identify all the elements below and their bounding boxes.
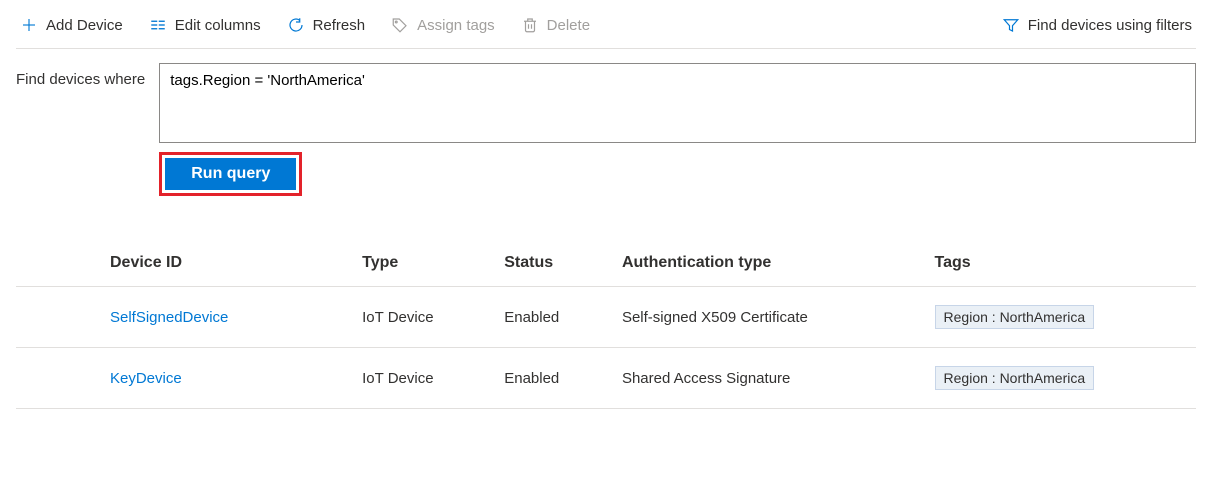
- find-filters-button[interactable]: Find devices using filters: [998, 14, 1196, 36]
- device-link[interactable]: SelfSignedDevice: [110, 309, 228, 326]
- add-device-label: Add Device: [46, 17, 123, 34]
- tag-pill: Region : NorthAmerica: [935, 305, 1095, 329]
- table-row: KeyDevice IoT Device Enabled Shared Acce…: [16, 348, 1196, 409]
- run-query-button[interactable]: Run query: [165, 158, 296, 190]
- col-auth: Authentication type: [610, 242, 923, 287]
- run-query-highlight: Run query: [159, 152, 302, 196]
- col-type: Type: [350, 242, 492, 287]
- cell-status: Enabled: [492, 348, 610, 409]
- columns-icon: [149, 16, 167, 34]
- query-label: Find devices where: [16, 63, 145, 88]
- delete-button: Delete: [517, 14, 594, 36]
- tag-pill: Region : NorthAmerica: [935, 366, 1095, 390]
- filter-icon: [1002, 16, 1020, 34]
- add-device-button[interactable]: Add Device: [16, 14, 127, 36]
- cell-status: Enabled: [492, 287, 610, 348]
- toolbar: Add Device Edit columns Refresh Assign t…: [16, 8, 1196, 49]
- assign-tags-label: Assign tags: [417, 17, 495, 34]
- cell-type: IoT Device: [350, 287, 492, 348]
- find-filters-label: Find devices using filters: [1028, 17, 1192, 34]
- edit-columns-label: Edit columns: [175, 17, 261, 34]
- col-device-id: Device ID: [16, 242, 350, 287]
- col-tags: Tags: [923, 242, 1196, 287]
- tag-icon: [391, 16, 409, 34]
- device-link[interactable]: KeyDevice: [110, 370, 182, 387]
- refresh-button[interactable]: Refresh: [283, 14, 370, 36]
- edit-columns-button[interactable]: Edit columns: [145, 14, 265, 36]
- query-row: Find devices where Run query: [16, 63, 1196, 196]
- refresh-label: Refresh: [313, 17, 366, 34]
- cell-auth: Shared Access Signature: [610, 348, 923, 409]
- trash-icon: [521, 16, 539, 34]
- col-status: Status: [492, 242, 610, 287]
- table-header-row: Device ID Type Status Authentication typ…: [16, 242, 1196, 287]
- cell-auth: Self-signed X509 Certificate: [610, 287, 923, 348]
- refresh-icon: [287, 16, 305, 34]
- table-row: SelfSignedDevice IoT Device Enabled Self…: [16, 287, 1196, 348]
- query-input[interactable]: [159, 63, 1196, 143]
- query-area: Run query: [159, 63, 1196, 196]
- devices-table: Device ID Type Status Authentication typ…: [16, 242, 1196, 409]
- delete-label: Delete: [547, 17, 590, 34]
- assign-tags-button: Assign tags: [387, 14, 499, 36]
- plus-icon: [20, 16, 38, 34]
- cell-type: IoT Device: [350, 348, 492, 409]
